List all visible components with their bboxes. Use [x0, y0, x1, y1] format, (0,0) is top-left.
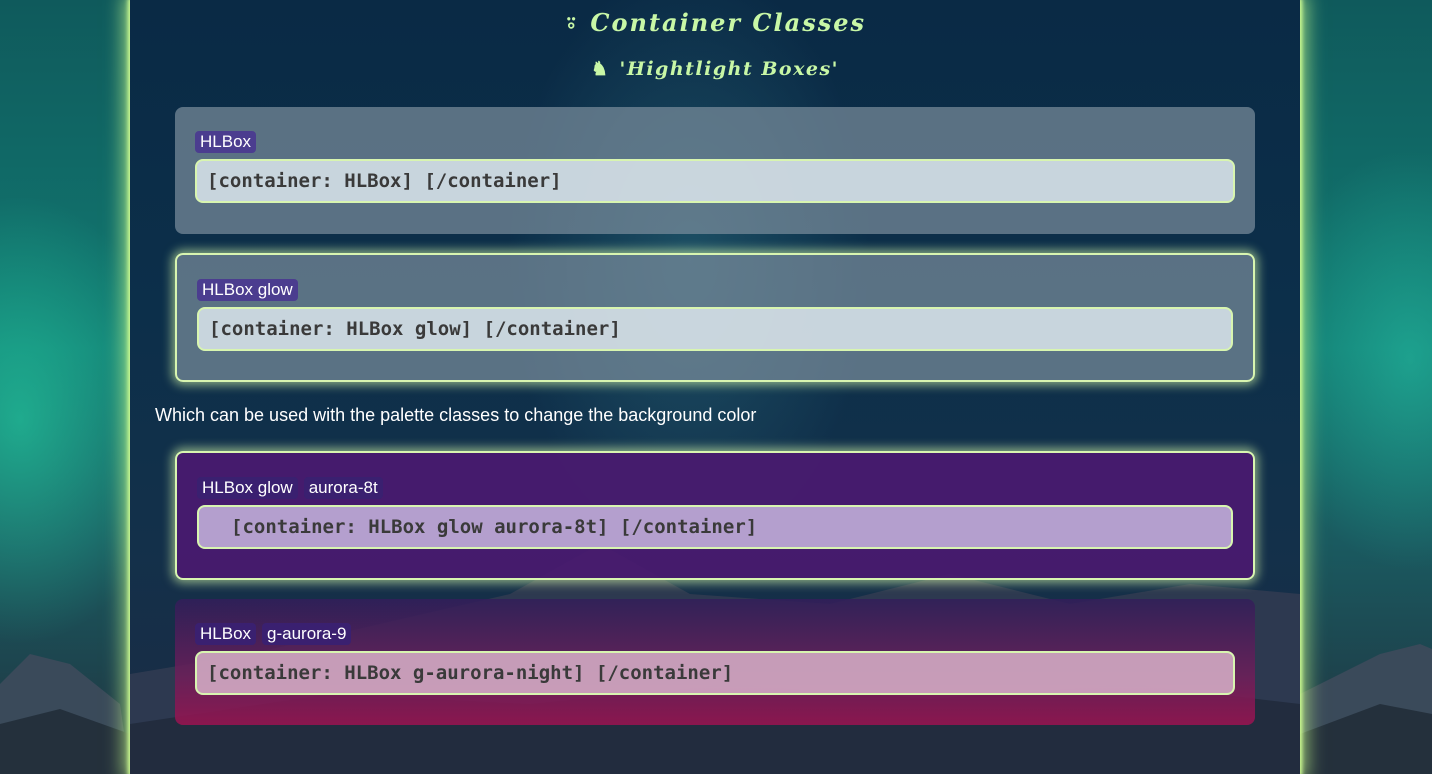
hlbox-gradient-aurora-example: HLBox g-aurora-9 [container: HLBox g-aur… — [175, 599, 1255, 725]
class-tag: HLBox — [195, 131, 257, 153]
class-tags: HLBox glow — [197, 279, 1233, 301]
hlbox-glow-aurora-example: HLBox glow aurora-8t [container: HLBox g… — [175, 451, 1255, 580]
code-snippet: [container: HLBox g-aurora-night] [/cont… — [195, 651, 1235, 695]
class-tag: HLBox — [195, 623, 257, 645]
hlbox-glow-example: HLBox glow [container: HLBox glow] [/con… — [175, 253, 1255, 382]
code-snippet: [container: HLBox glow aurora-8t] [/cont… — [197, 505, 1233, 549]
class-tags: HLBox — [195, 131, 1235, 153]
deer-icon: ♞ — [591, 58, 610, 80]
page-subtitle: ♞ 'Hightlight Boxes' — [130, 58, 1300, 80]
content-column: ⍤ Container Classes ♞ 'Hightlight Boxes' H… — [130, 0, 1300, 774]
class-tag: g-aurora-9 — [262, 623, 352, 645]
class-tag: HLBox glow — [197, 279, 298, 301]
page-subtitle-text: 'Hightlight Boxes' — [619, 58, 839, 80]
class-tag: HLBox glow — [197, 477, 298, 499]
code-snippet: [container: HLBox] [/container] — [195, 159, 1235, 203]
page-title-text: Container Classes — [590, 8, 866, 37]
palette-note: Which can be used with the palette class… — [155, 405, 757, 425]
fox-icon: ⍤ — [563, 8, 581, 37]
class-tags: HLBox glow aurora-8t — [197, 477, 1233, 499]
page-title: ⍤ Container Classes — [130, 8, 1300, 37]
code-snippet: [container: HLBox glow] [/container] — [197, 307, 1233, 351]
class-tag: aurora-8t — [303, 477, 383, 499]
class-tags: HLBox g-aurora-9 — [195, 623, 1235, 645]
hlbox-example: HLBox [container: HLBox] [/container] — [175, 107, 1255, 234]
